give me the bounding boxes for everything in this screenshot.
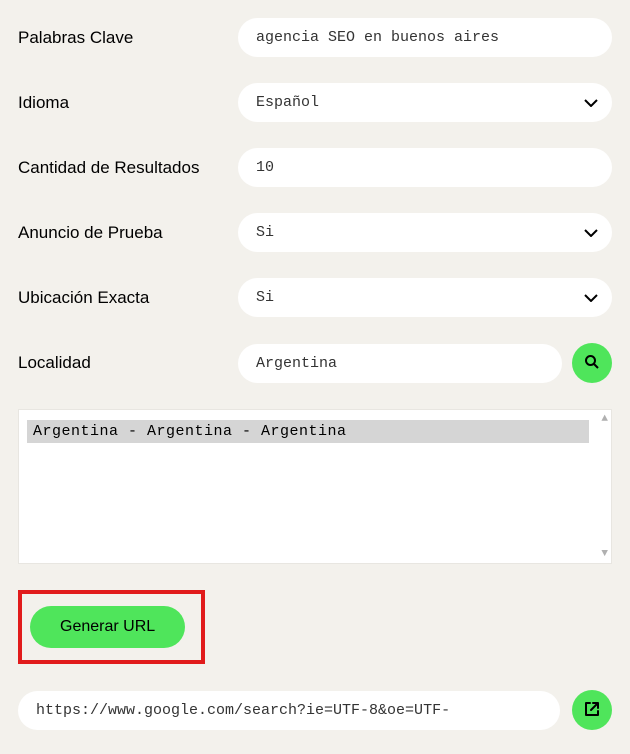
language-select[interactable]: Español: [238, 83, 612, 122]
scroll-up-icon: ▲: [601, 413, 608, 425]
search-button[interactable]: [572, 343, 612, 383]
results-count-row: Cantidad de Resultados: [18, 148, 612, 187]
test-ad-row: Anuncio de Prueba Si: [18, 213, 612, 252]
results-count-input[interactable]: [238, 148, 612, 187]
locality-input[interactable]: [238, 344, 562, 383]
scroll-down-icon: ▼: [601, 548, 608, 560]
highlight-annotation: Generar URL: [18, 590, 205, 664]
test-ad-label: Anuncio de Prueba: [18, 223, 228, 243]
exact-location-label: Ubicación Exacta: [18, 288, 228, 308]
language-label: Idioma: [18, 93, 228, 113]
test-ad-select[interactable]: Si: [238, 213, 612, 252]
keywords-label: Palabras Clave: [18, 28, 228, 48]
exact-location-select[interactable]: Si: [238, 278, 612, 317]
url-output-row: https://www.google.com/search?ie=UTF-8&o…: [18, 690, 612, 730]
locality-row: Localidad: [18, 343, 612, 383]
results-count-label: Cantidad de Resultados: [18, 158, 228, 178]
locality-label: Localidad: [18, 353, 228, 373]
generate-url-button[interactable]: Generar URL: [30, 606, 185, 648]
url-output[interactable]: https://www.google.com/search?ie=UTF-8&o…: [18, 691, 560, 730]
search-icon: [584, 354, 600, 373]
language-row: Idioma Español: [18, 83, 612, 122]
list-item[interactable]: Argentina - Argentina - Argentina: [27, 420, 589, 443]
external-link-icon: [584, 701, 600, 720]
open-url-button[interactable]: [572, 690, 612, 730]
keywords-input[interactable]: [238, 18, 612, 57]
results-list-box[interactable]: Argentina - Argentina - Argentina ▲ ▼: [18, 409, 612, 564]
exact-location-row: Ubicación Exacta Si: [18, 278, 612, 317]
keywords-row: Palabras Clave: [18, 18, 612, 57]
